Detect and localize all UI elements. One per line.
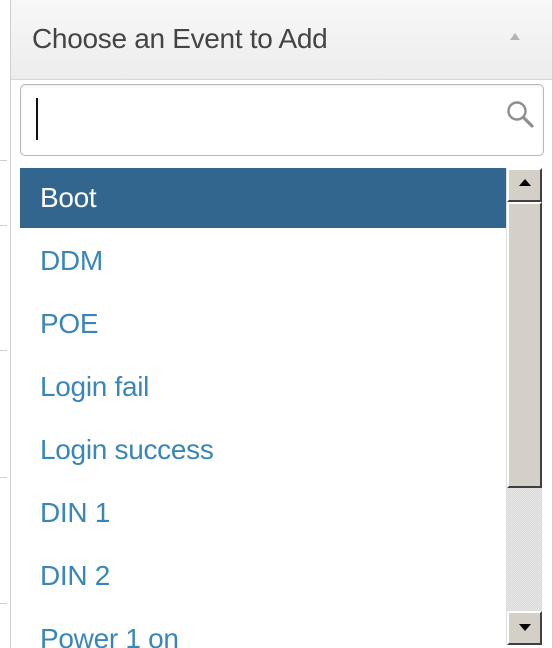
background-divider — [0, 350, 7, 351]
list-item-ddm[interactable]: DDM — [20, 231, 516, 291]
search-input[interactable] — [27, 91, 497, 149]
dropdown-title: Choose an Event to Add — [32, 23, 328, 54]
list-item-label: DIN 2 — [40, 560, 111, 591]
list-item-din-1[interactable]: DIN 1 — [20, 483, 516, 543]
list-item-label: DDM — [40, 245, 103, 276]
list-item-din-2[interactable]: DIN 2 — [20, 546, 516, 606]
background-divider — [0, 603, 7, 604]
search-icon — [507, 101, 534, 128]
background-divider — [0, 477, 7, 478]
event-dropdown: Choose an Event to Add Boot DDM POE Logi… — [10, 0, 553, 648]
event-list: Boot DDM POE Login fail Login success DI… — [20, 168, 544, 648]
text-cursor — [36, 98, 38, 140]
list-item-label: Login success — [40, 434, 214, 465]
scroll-up-arrow-icon — [519, 179, 531, 186]
scroll-up-button[interactable] — [507, 168, 542, 202]
scrollbar-thumb[interactable] — [507, 202, 542, 488]
list-item-label: Power 1 on — [40, 623, 179, 648]
list-item-label: DIN 1 — [40, 497, 111, 528]
caret-up-icon[interactable] — [510, 33, 520, 40]
scroll-down-button[interactable] — [507, 611, 542, 645]
background-divider — [0, 160, 7, 161]
list-item-label: Boot — [40, 182, 97, 213]
list-item-label: POE — [40, 308, 99, 339]
list-item-login-success[interactable]: Login success — [20, 420, 516, 480]
list-item-login-fail[interactable]: Login fail — [20, 357, 516, 417]
search-box[interactable] — [20, 84, 544, 156]
list-item-poe[interactable]: POE — [20, 294, 516, 354]
scroll-down-arrow-icon — [519, 624, 531, 631]
background-divider — [0, 225, 7, 226]
page: Choose an Event to Add Boot DDM POE Logi… — [0, 0, 553, 648]
list-scrollbar[interactable] — [506, 168, 542, 645]
list-item-power-1-on[interactable]: Power 1 on — [20, 609, 516, 648]
dropdown-header[interactable]: Choose an Event to Add — [11, 0, 552, 80]
background-panel — [0, 0, 8, 648]
list-item-boot[interactable]: Boot — [20, 168, 516, 228]
list-item-label: Login fail — [40, 371, 150, 402]
